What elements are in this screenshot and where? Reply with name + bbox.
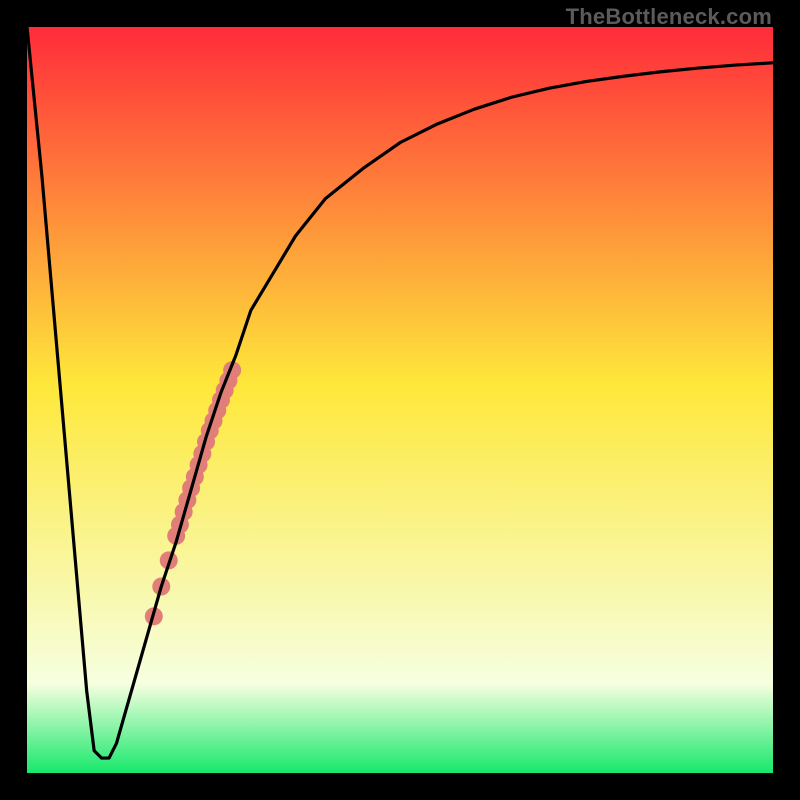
chart-svg [27, 27, 773, 773]
chart-frame [27, 27, 773, 773]
watermark-text: TheBottleneck.com [566, 4, 772, 30]
